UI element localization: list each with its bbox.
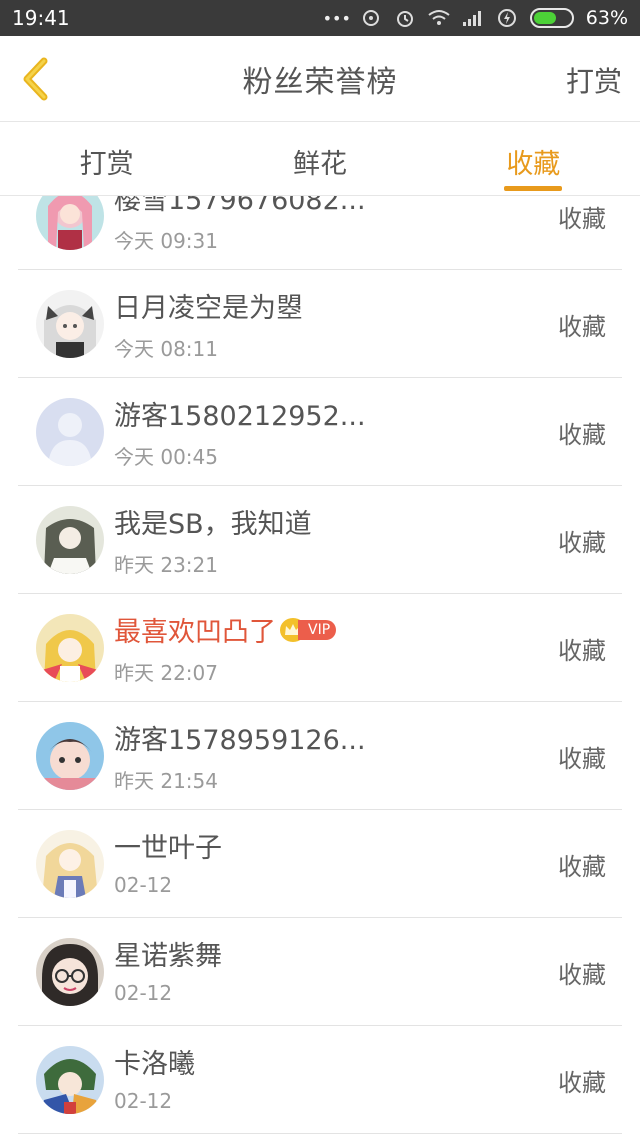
tab-label: 收藏 — [506, 149, 561, 180]
list-item[interactable]: 樱雪1579676082... 今天 09:31 收藏 — [18, 196, 622, 270]
battery-icon — [529, 8, 574, 28]
vip-label: VIP — [298, 619, 337, 640]
more-dots-icon: ••• — [322, 8, 351, 28]
timestamp: 昨天 21:54 — [114, 769, 218, 793]
list-item[interactable]: 星诺紫舞 02-12 收藏 — [18, 918, 622, 1026]
list-item[interactable]: 游客1580212952... 今天 00:45 收藏 — [18, 378, 622, 486]
tab-label: 鲜花 — [292, 149, 347, 180]
user-name: 星诺紫舞 — [114, 941, 222, 972]
status-bar: 19:41 ••• 63% — [0, 0, 640, 36]
list-item[interactable]: 我是SB，我知道 昨天 23:21 收藏 — [18, 486, 622, 594]
battery-fill — [533, 12, 557, 24]
avatar[interactable] — [36, 290, 104, 358]
action-label: 收藏 — [558, 529, 606, 557]
tab-flowers[interactable]: 鲜花 — [213, 122, 426, 195]
tab-favorites[interactable]: 收藏 — [427, 122, 640, 195]
tab-label: 打赏 — [79, 149, 134, 180]
list-item[interactable]: 卡洛曦 02-12 收藏 — [18, 1026, 622, 1134]
sync-icon — [360, 7, 382, 29]
action-label: 收藏 — [558, 1069, 606, 1097]
signal-icon — [462, 7, 484, 29]
avatar[interactable] — [36, 938, 104, 1006]
wifi-icon — [428, 7, 450, 29]
active-tab-indicator — [504, 186, 563, 191]
timestamp: 02-12 — [114, 873, 173, 897]
back-button[interactable] — [12, 56, 58, 102]
battery-percent: 63% — [585, 7, 628, 29]
status-time: 19:41 — [12, 6, 70, 30]
alarm-icon — [394, 7, 416, 29]
fan-list[interactable]: 樱雪1579676082... 今天 09:31 收藏 日月凌空是为曌 今天 0… — [0, 196, 640, 1138]
timestamp: 02-12 — [114, 1089, 173, 1113]
list-item[interactable]: 一世叶子 02-12 收藏 — [18, 810, 622, 918]
avatar[interactable] — [36, 614, 104, 682]
chevron-left-icon — [23, 57, 48, 101]
timestamp: 02-12 — [114, 981, 173, 1005]
list-item[interactable]: 游客1578959126... 昨天 21:54 收藏 — [18, 702, 622, 810]
action-label: 收藏 — [558, 205, 606, 233]
action-label: 收藏 — [558, 421, 606, 449]
timestamp: 今天 00:45 — [114, 445, 218, 469]
user-name: 最喜欢凹凸了 — [114, 617, 276, 648]
timestamp: 今天 08:11 — [114, 337, 218, 361]
timestamp: 昨天 23:21 — [114, 553, 218, 577]
user-name: 樱雪1579676082... — [114, 196, 366, 216]
user-name: 我是SB，我知道 — [114, 509, 312, 540]
user-name: 日月凌空是为曌 — [114, 293, 303, 324]
avatar[interactable] — [36, 398, 104, 466]
list-item[interactable]: 日月凌空是为曌 今天 08:11 收藏 — [18, 270, 622, 378]
vip-badge: VIP — [280, 617, 337, 642]
user-name: 游客1578959126... — [114, 725, 366, 756]
timestamp: 昨天 22:07 — [114, 661, 218, 685]
action-label: 收藏 — [558, 313, 606, 341]
status-icons: ••• 63% — [322, 7, 628, 29]
user-name: 一世叶子 — [114, 833, 222, 864]
avatar[interactable] — [36, 1046, 104, 1114]
page-title: 粉丝荣誉榜 — [242, 64, 398, 100]
avatar[interactable] — [36, 830, 104, 898]
user-name: 卡洛曦 — [114, 1049, 195, 1080]
tab-reward[interactable]: 打赏 — [0, 122, 213, 195]
reward-button[interactable]: 打赏 — [566, 60, 622, 100]
avatar[interactable] — [36, 196, 104, 250]
action-label: 收藏 — [558, 853, 606, 881]
action-label: 收藏 — [558, 961, 606, 989]
header: 粉丝荣誉榜 打赏 — [0, 36, 640, 122]
avatar[interactable] — [36, 722, 104, 790]
avatar[interactable] — [36, 506, 104, 574]
tab-bar: 打赏 鲜花 收藏 — [0, 122, 640, 196]
action-label: 收藏 — [558, 637, 606, 665]
user-name: 游客1580212952... — [114, 401, 366, 432]
timestamp: 今天 09:31 — [114, 229, 218, 253]
list-item[interactable]: 最喜欢凹凸了 VIP 昨天 22:07 收藏 — [18, 594, 622, 702]
charging-icon — [496, 7, 518, 29]
action-label: 收藏 — [558, 745, 606, 773]
